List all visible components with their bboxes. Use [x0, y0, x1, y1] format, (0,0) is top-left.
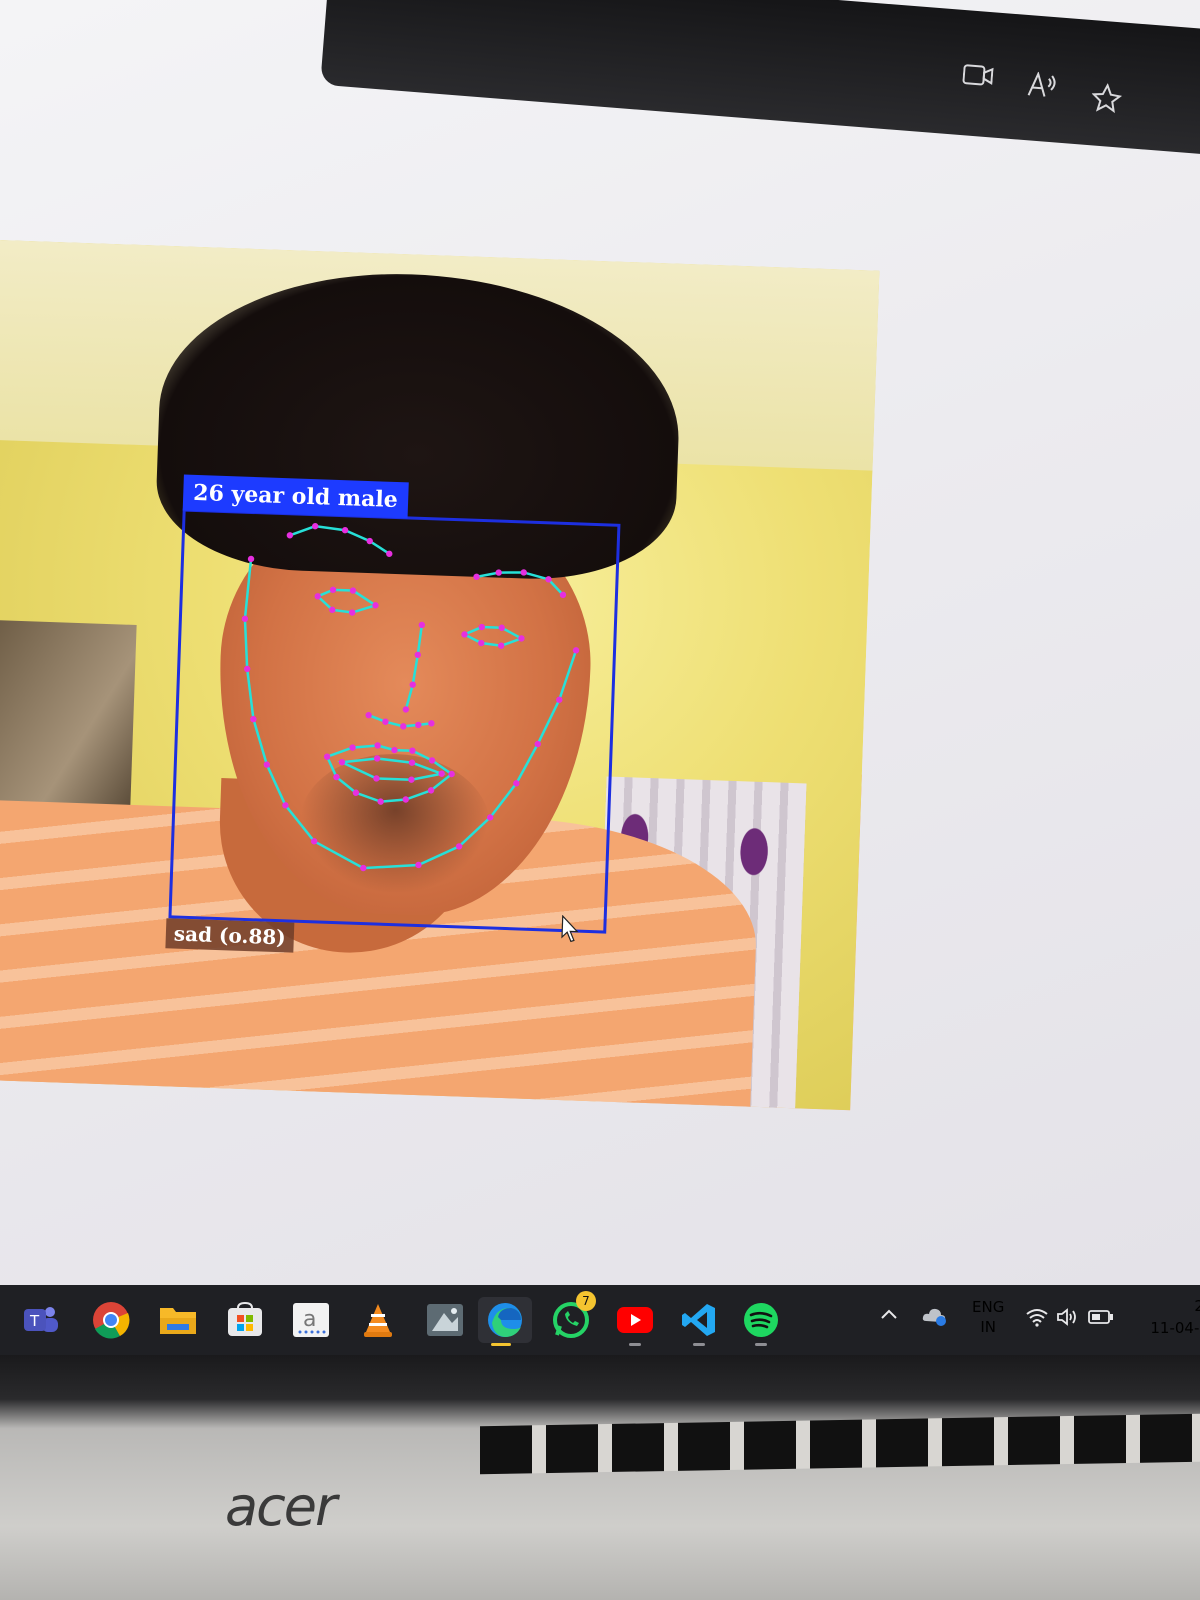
- microsoft-store-app[interactable]: [222, 1297, 268, 1343]
- video-icon[interactable]: [962, 62, 994, 88]
- webcam-feed: 26 year old male sad (o.88): [0, 240, 880, 1111]
- vscode-app[interactable]: [676, 1297, 722, 1346]
- language-code: ENG: [972, 1298, 1005, 1316]
- teams-app[interactable]: T: [18, 1297, 64, 1343]
- vscode-open-indicator: [693, 1343, 705, 1346]
- system-clock[interactable]: 20:3 11-04-202: [1128, 1295, 1200, 1339]
- expression-label: sad (o.88): [165, 918, 295, 953]
- spotify-open-indicator: [755, 1343, 767, 1346]
- vlc-app[interactable]: [355, 1297, 401, 1343]
- edge-active-indicator: [491, 1343, 511, 1346]
- folder-icon: [160, 1308, 196, 1334]
- language-indicator[interactable]: ENG IN: [972, 1297, 1004, 1337]
- amazon-app[interactable]: a: [288, 1297, 334, 1343]
- teams-icon: T: [24, 1307, 58, 1332]
- amazon-icon: a: [293, 1303, 329, 1337]
- chrome-app[interactable]: [88, 1297, 134, 1343]
- monitor-screen: 26 year old male sad (o.88): [0, 0, 1200, 1290]
- browser-toolbar: [320, 0, 1200, 160]
- youtube-app[interactable]: [612, 1297, 658, 1346]
- spotify-icon: [744, 1303, 778, 1337]
- vscode-icon: [682, 1304, 715, 1336]
- edge-icon: [488, 1303, 522, 1337]
- mouse-cursor-icon: [561, 915, 579, 943]
- photos-app[interactable]: [422, 1297, 468, 1343]
- clock-time: 20:3: [1194, 1297, 1200, 1315]
- youtube-icon: [617, 1307, 653, 1333]
- speaker-icon: [1057, 1308, 1076, 1326]
- edge-app[interactable]: [478, 1297, 532, 1346]
- face-bounding-box: [168, 508, 621, 934]
- read-aloud-icon[interactable]: [1026, 71, 1058, 99]
- whatsapp-notification-badge: 7: [576, 1291, 596, 1311]
- laptop-brand-logo: acer: [225, 1475, 337, 1538]
- onedrive-tray[interactable]: [922, 1305, 948, 1333]
- cloud-icon: [922, 1308, 946, 1326]
- region-code: IN: [980, 1318, 996, 1336]
- wifi-tray[interactable]: [1025, 1307, 1049, 1333]
- favorite-star-icon[interactable]: [1090, 82, 1123, 114]
- laptop-bezel: [0, 1355, 1200, 1600]
- volume-tray[interactable]: [1056, 1307, 1080, 1333]
- chevron-up-icon: [881, 1309, 897, 1319]
- youtube-open-indicator: [629, 1343, 641, 1346]
- wifi-icon: [1026, 1309, 1048, 1327]
- store-icon: [228, 1302, 262, 1336]
- photos-icon: [427, 1304, 463, 1336]
- battery-tray[interactable]: [1088, 1309, 1114, 1333]
- windows-taskbar: T a 7 ENG IN 2 11-04-: [0, 1285, 1200, 1355]
- clock-date: 11-04-202: [1150, 1319, 1200, 1337]
- file-explorer-app[interactable]: [155, 1297, 201, 1343]
- show-hidden-icons-button[interactable]: [880, 1307, 898, 1331]
- chrome-icon: [93, 1302, 130, 1339]
- battery-icon: [1088, 1310, 1113, 1324]
- svg-text:T: T: [29, 1312, 40, 1330]
- vlc-icon: [364, 1304, 392, 1337]
- whatsapp-app[interactable]: 7: [548, 1291, 596, 1343]
- spotify-app[interactable]: [738, 1297, 784, 1346]
- svg-text:a: a: [303, 1307, 316, 1332]
